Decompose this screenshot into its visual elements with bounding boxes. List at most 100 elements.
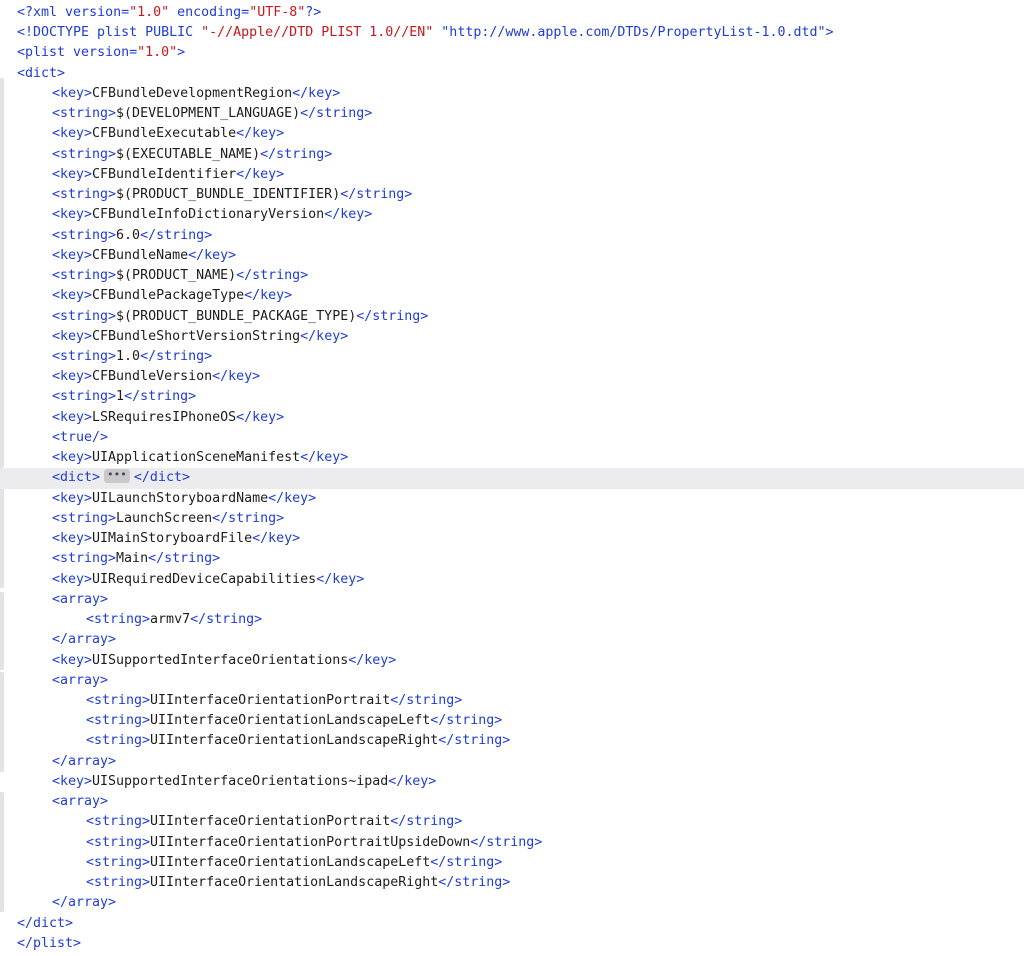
code-line[interactable]: <key>UIApplicationSceneManifest</key> <box>0 448 1024 468</box>
text-value: CFBundlePackageType <box>92 288 245 304</box>
code-line[interactable]: <string>UIInterfaceOrientationLandscapeL… <box>0 853 1024 873</box>
string-literal: "1.0" <box>137 45 178 61</box>
xml-tag: <array> <box>52 591 109 607</box>
text-value: UIMainStoryboardFile <box>92 531 253 547</box>
xml-tag: <key> <box>52 773 93 789</box>
code-line[interactable]: <string>UIInterfaceOrientationLandscapeR… <box>0 873 1024 893</box>
code-line[interactable]: <string>armv7</string> <box>0 610 1024 630</box>
xml-tag: <key> <box>52 288 93 304</box>
code-line[interactable]: <string>UIInterfaceOrientationPortraitUp… <box>0 833 1024 853</box>
code-line[interactable]: </dict> <box>0 914 1024 934</box>
xml-tag: <string> <box>52 227 117 243</box>
xml-tag: </key> <box>388 773 437 789</box>
xml-tag: ?> <box>305 5 322 20</box>
code-line[interactable]: <string>1.0</string> <box>0 347 1024 367</box>
text-value: armv7 <box>150 612 191 628</box>
xml-tag: <string> <box>52 551 117 567</box>
text-value: CFBundleVersion <box>92 369 213 385</box>
code-line[interactable]: <key>UILaunchStoryboardName</key> <box>0 489 1024 509</box>
code-line[interactable]: </array> <box>0 630 1024 650</box>
code-line[interactable]: <array> <box>0 792 1024 812</box>
string-literal: "-//Apple//DTD PLIST 1.0//EN" <box>201 25 434 41</box>
code-line[interactable]: </array> <box>0 752 1024 772</box>
xml-tag: <string> <box>52 106 117 122</box>
code-line[interactable]: <key>CFBundleDevelopmentRegion</key> <box>0 84 1024 104</box>
xml-tag: <string> <box>52 146 117 162</box>
code-line[interactable]: <key>UISupportedInterfaceOrientations~ip… <box>0 772 1024 792</box>
code-line[interactable]: <key>UIRequiredDeviceCapabilities</key> <box>0 570 1024 590</box>
code-line[interactable]: </array> <box>0 893 1024 913</box>
code-line[interactable]: <dict> <box>0 64 1024 84</box>
code-line[interactable]: </plist> <box>0 934 1024 954</box>
code-editor[interactable]: <?xml version="1.0" encoding="UTF-8"?> <!… <box>0 0 1024 956</box>
code-line[interactable]: <string>UIInterfaceOrientationPortrait</… <box>0 812 1024 832</box>
code-line[interactable]: <key>CFBundlePackageType</key> <box>0 286 1024 306</box>
code-line[interactable]: <key>UISupportedInterfaceOrientations</k… <box>0 651 1024 671</box>
xml-tag: </string> <box>140 348 213 364</box>
code-line[interactable]: <string>LaunchScreen</string> <box>0 509 1024 529</box>
text-value: CFBundleDevelopmentRegion <box>92 85 293 101</box>
xml-tag: <string> <box>52 348 117 364</box>
text-value: UIApplicationSceneManifest <box>92 450 301 466</box>
code-line[interactable]: <string>Main</string> <box>0 549 1024 569</box>
code-line[interactable]: <string>1</string> <box>0 387 1024 407</box>
text-value: UIInterfaceOrientationPortrait <box>150 814 391 830</box>
xml-tag: </dict> <box>133 470 190 486</box>
code-line[interactable]: <key>LSRequiresIPhoneOS</key> <box>0 408 1024 428</box>
code-line[interactable]: <string>$(PRODUCT_BUNDLE_IDENTIFIER)</st… <box>0 185 1024 205</box>
xml-tag: </key> <box>212 369 261 385</box>
code-line[interactable]: <key>CFBundleShortVersionString</key> <box>0 327 1024 347</box>
xml-tag: <key> <box>52 450 93 466</box>
xml-tag: </string> <box>438 733 511 749</box>
xml-tag: <true/> <box>52 429 109 445</box>
folded-code-badge[interactable]: ••• <box>104 469 130 484</box>
xml-tag: </plist> <box>17 935 82 951</box>
xml-tag: encoding= <box>169 5 250 20</box>
code-line[interactable]: <array> <box>0 671 1024 691</box>
code-line[interactable]: <string>UIInterfaceOrientationPortrait</… <box>0 691 1024 711</box>
code-area[interactable]: <?xml version="1.0" encoding="UTF-8"?> <!… <box>0 3 1024 954</box>
code-line[interactable]: <string>$(PRODUCT_BUNDLE_PACKAGE_TYPE)</… <box>0 307 1024 327</box>
code-line[interactable]: <key>CFBundleInfoDictionaryVersion</key> <box>0 205 1024 225</box>
xml-tag: </string> <box>390 814 463 830</box>
code-line[interactable]: <!DOCTYPE plist PUBLIC "-//Apple//DTD PL… <box>0 23 1024 43</box>
code-line[interactable]: <array> <box>0 590 1024 610</box>
xml-tag: <array> <box>52 672 109 688</box>
xml-tag: </string> <box>438 875 511 891</box>
xml-tag: </string> <box>300 106 373 122</box>
code-line[interactable]: <?xml version="1.0" encoding="UTF-8"?> <box>0 3 1024 23</box>
code-line[interactable]: <key>UIMainStoryboardFile</key> <box>0 529 1024 549</box>
code-line[interactable]: <true/> <box>0 428 1024 448</box>
code-line[interactable]: <string>UIInterfaceOrientationLandscapeR… <box>0 731 1024 751</box>
xml-tag: </string> <box>430 713 503 729</box>
code-line[interactable]: <string>$(PRODUCT_NAME)</string> <box>0 266 1024 286</box>
xml-tag: <?xml <box>17 5 66 20</box>
xml-tag: </string> <box>356 308 429 324</box>
code-line[interactable]: <string>$(DEVELOPMENT_LANGUAGE)</string> <box>0 104 1024 124</box>
code-line[interactable]: <string>UIInterfaceOrientationLandscapeL… <box>0 711 1024 731</box>
code-line[interactable]: <key>CFBundleName</key> <box>0 246 1024 266</box>
xml-tag: <key> <box>52 369 93 385</box>
xml-tag: <string> <box>52 389 117 405</box>
text-value: $(DEVELOPMENT_LANGUAGE) <box>116 106 301 122</box>
text-value: $(PRODUCT_NAME) <box>116 268 237 284</box>
code-line[interactable]: <dict> ••• </dict> <box>0 468 1024 489</box>
xml-tag: <string> <box>86 834 151 850</box>
code-line[interactable]: <string>$(EXECUTABLE_NAME)</string> <box>0 145 1024 165</box>
code-line[interactable]: <string>6.0</string> <box>0 226 1024 246</box>
text-value: LSRequiresIPhoneOS <box>92 409 237 425</box>
code-line[interactable]: <key>CFBundleIdentifier</key> <box>0 165 1024 185</box>
code-line[interactable]: <plist version="1.0"> <box>0 43 1024 63</box>
xml-tag: </string> <box>390 692 463 708</box>
xml-tag: </key> <box>292 85 341 101</box>
xml-tag: <key> <box>52 409 93 425</box>
code-line[interactable]: <key>CFBundleExecutable</key> <box>0 124 1024 144</box>
xml-tag: </key> <box>324 207 373 223</box>
xml-tag: <key> <box>52 328 93 344</box>
text-value: UISupportedInterfaceOrientations~ipad <box>92 773 389 789</box>
xml-tag: </key> <box>300 450 349 466</box>
text-value: $(PRODUCT_BUNDLE_PACKAGE_TYPE) <box>116 308 357 324</box>
xml-tag: <string> <box>52 268 117 284</box>
text-value: Main <box>116 551 149 567</box>
code-line[interactable]: <key>CFBundleVersion</key> <box>0 367 1024 387</box>
